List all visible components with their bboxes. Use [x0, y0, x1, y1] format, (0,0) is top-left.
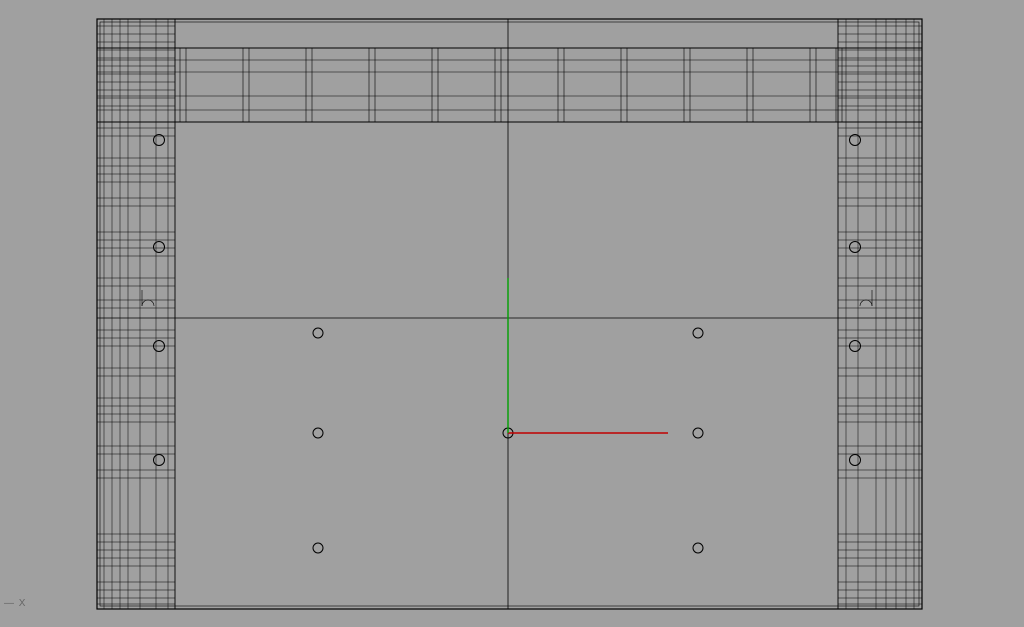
- cad-viewport[interactable]: — X: [0, 0, 1024, 627]
- axis-label-x: — X: [4, 598, 26, 609]
- wireframe-drawing: [0, 0, 1024, 627]
